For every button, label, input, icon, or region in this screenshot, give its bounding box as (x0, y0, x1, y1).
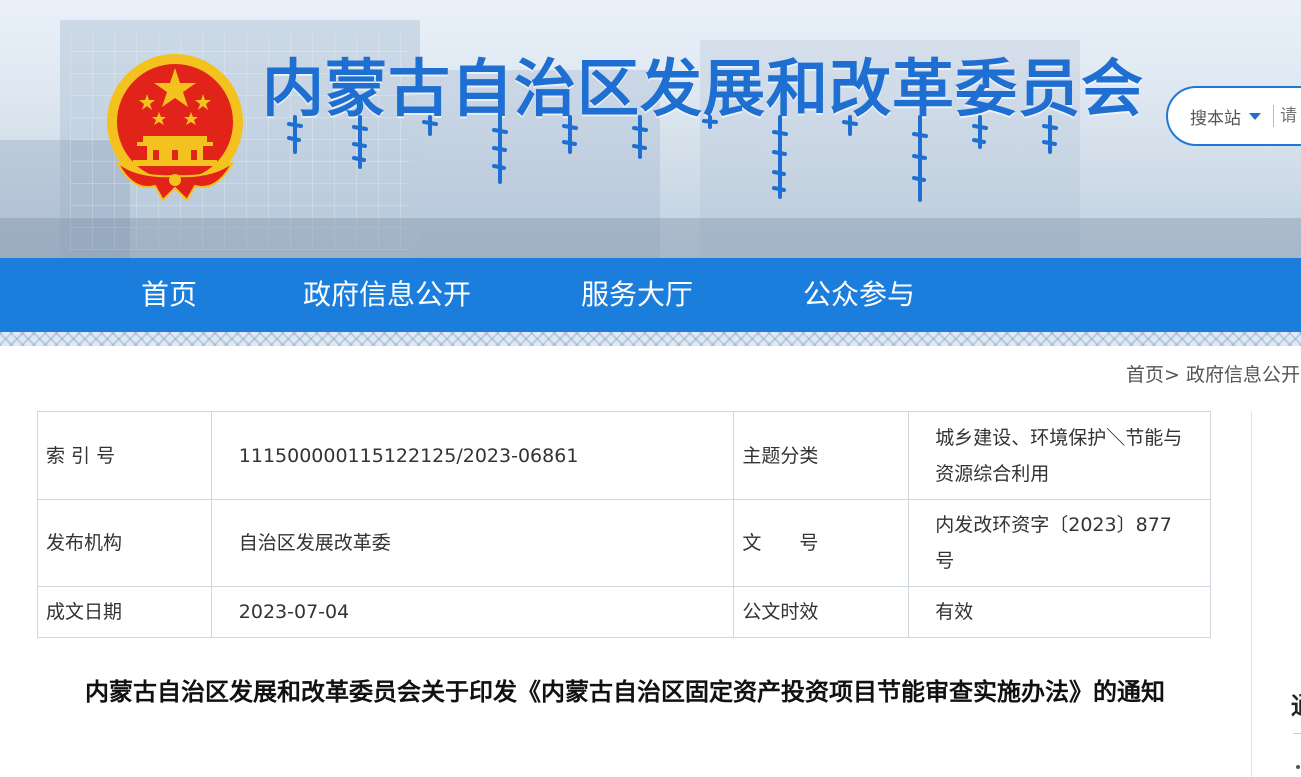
table-row: 成文日期 2023-07-04 公文时效 有效 (37, 586, 1211, 638)
breadcrumb: 首页> 政府信息公开 (1126, 360, 1300, 387)
chevron-down-icon[interactable] (1249, 112, 1261, 120)
search-input[interactable] (1280, 106, 1301, 126)
meta-value-validity: 有效 (908, 586, 1211, 638)
nav-item-home[interactable]: 首页 (141, 258, 197, 332)
meta-value-topic: 城乡建设、环境保护＼节能与资源综合利用 (908, 411, 1211, 500)
meta-label-doc-number: 文 号 (733, 499, 910, 587)
site-header: 内蒙古自治区发展和改革委员会 搜本站 (0, 0, 1301, 258)
site-search-box[interactable]: 搜本站 (1166, 86, 1301, 146)
meta-label-publisher: 发布机构 (37, 499, 212, 587)
breadcrumb-home-link[interactable]: 首页 (1126, 364, 1164, 386)
meta-value-written-date: 2023-07-04 (210, 586, 735, 638)
table-row: 索 引 号 111500000115122125/2023-06861 主题分类… (37, 411, 1211, 500)
nav-item-public-participation[interactable]: 公众参与 (803, 258, 915, 332)
meta-label-written-date: 成文日期 (37, 586, 212, 638)
search-scope-label[interactable]: 搜本站 (1190, 104, 1241, 129)
sidebar-divider (1251, 411, 1252, 777)
meta-value-publisher: 自治区发展改革委 (210, 499, 735, 587)
sidebar-bullet-icon (1296, 765, 1300, 769)
article-title: 内蒙古自治区发展和改革委员会关于印发《内蒙古自治区固定资产投资项目节能审查实施办… (85, 678, 1165, 706)
meta-value-doc-number: 内发改环资字〔2023〕877号 (908, 499, 1211, 587)
nav-item-service-hall[interactable]: 服务大厅 (581, 258, 693, 332)
nav-item-gov-info[interactable]: 政府信息公开 (303, 258, 471, 332)
document-meta-table: 索 引 号 111500000115122125/2023-06861 主题分类… (37, 411, 1211, 638)
meta-label-topic: 主题分类 (733, 411, 910, 500)
header-background-ground (0, 218, 1301, 258)
breadcrumb-current-link[interactable]: 政府信息公开 (1186, 364, 1300, 386)
mongolian-script-title-icon (287, 115, 1058, 202)
meta-label-index-number: 索 引 号 (37, 411, 212, 500)
meta-value-index-number: 111500000115122125/2023-06861 (210, 411, 735, 500)
search-divider (1273, 105, 1274, 127)
meta-label-validity: 公文时效 (733, 586, 910, 638)
main-nav: 首页 政府信息公开 服务大厅 公众参与 (0, 258, 1301, 332)
sidebar-underline (1293, 733, 1301, 734)
breadcrumb-separator: > (1164, 364, 1180, 386)
national-emblem-icon[interactable] (103, 52, 247, 204)
sidebar-partial-heading[interactable]: 通 (1291, 686, 1301, 721)
decorative-pattern-strip (0, 332, 1301, 346)
table-row: 发布机构 自治区发展改革委 文 号 内发改环资字〔2023〕877号 (37, 499, 1211, 587)
